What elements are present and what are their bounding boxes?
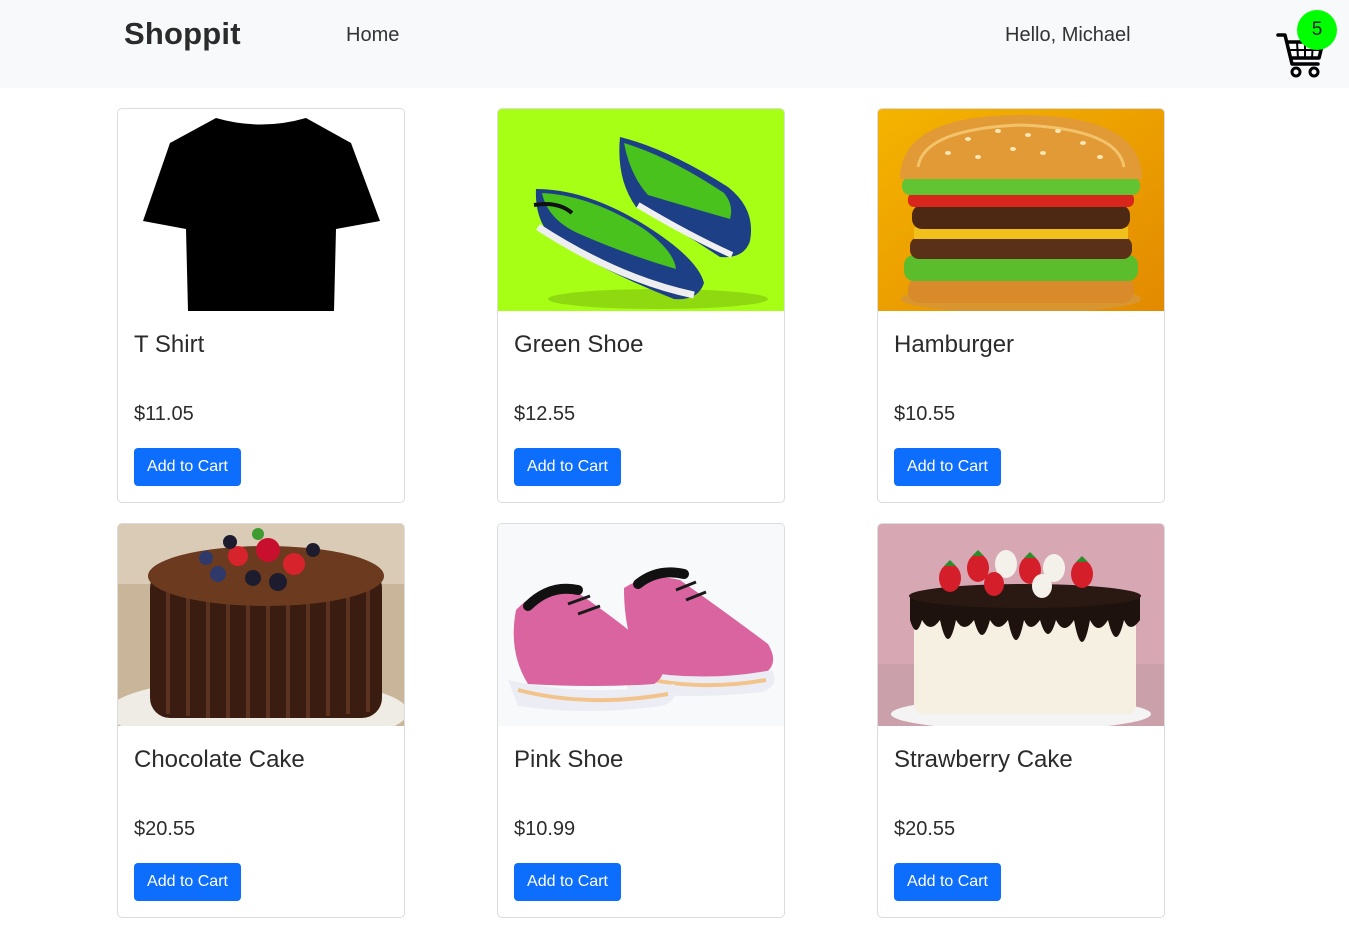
pink-shoes-image bbox=[498, 524, 784, 726]
product-price: $20.55 bbox=[134, 818, 196, 840]
product-name: Strawberry Cake bbox=[894, 746, 1073, 773]
product-price: $11.05 bbox=[134, 403, 194, 425]
add-to-cart-button[interactable]: Add to Cart bbox=[514, 863, 621, 901]
strawberry-cake-image bbox=[878, 524, 1164, 726]
nav-link-home[interactable]: Home bbox=[346, 24, 399, 47]
cart-count-badge: 5 bbox=[1297, 10, 1337, 50]
product-card: Green Shoe $12.55 Add to Cart bbox=[497, 108, 785, 503]
product-name: Pink Shoe bbox=[514, 746, 624, 773]
product-card: Chocolate Cake $20.55 Add to Cart bbox=[117, 523, 405, 918]
add-to-cart-button[interactable]: Add to Cart bbox=[134, 448, 241, 486]
add-to-cart-button[interactable]: Add to Cart bbox=[894, 448, 1001, 486]
user-greeting: Hello, Michael bbox=[1005, 24, 1131, 46]
product-name: Hamburger bbox=[894, 331, 1015, 358]
chocolate-cake-image bbox=[118, 524, 404, 726]
product-price: $20.55 bbox=[894, 818, 956, 840]
product-price: $12.55 bbox=[514, 403, 576, 425]
hamburger-image bbox=[878, 109, 1164, 311]
navbar: Shoppit Home Hello, Michael 5 bbox=[0, 0, 1349, 88]
black-tshirt-image bbox=[118, 109, 404, 311]
add-to-cart-button[interactable]: Add to Cart bbox=[894, 863, 1001, 901]
product-price: $10.55 bbox=[894, 403, 956, 425]
product-price: $10.99 bbox=[514, 818, 576, 840]
product-image bbox=[878, 109, 1164, 311]
product-image bbox=[878, 524, 1164, 726]
product-image bbox=[498, 524, 784, 726]
product-card: Hamburger $10.55 Add to Cart bbox=[877, 108, 1165, 503]
product-name: Green Shoe bbox=[514, 331, 644, 358]
product-image bbox=[118, 109, 404, 311]
add-to-cart-button[interactable]: Add to Cart bbox=[514, 448, 621, 486]
add-to-cart-button[interactable]: Add to Cart bbox=[134, 863, 241, 901]
product-name: T Shirt bbox=[134, 331, 205, 358]
product-name: Chocolate Cake bbox=[134, 746, 305, 773]
product-card: T Shirt $11.05 Add to Cart bbox=[117, 108, 405, 503]
product-card: Pink Shoe $10.99 Add to Cart bbox=[497, 523, 785, 918]
product-card: Strawberry Cake $20.55 Add to Cart bbox=[877, 523, 1165, 918]
green-shoes-image bbox=[498, 109, 784, 311]
product-image bbox=[498, 109, 784, 311]
brand-logo[interactable]: Shoppit bbox=[124, 16, 241, 52]
product-image bbox=[118, 524, 404, 726]
